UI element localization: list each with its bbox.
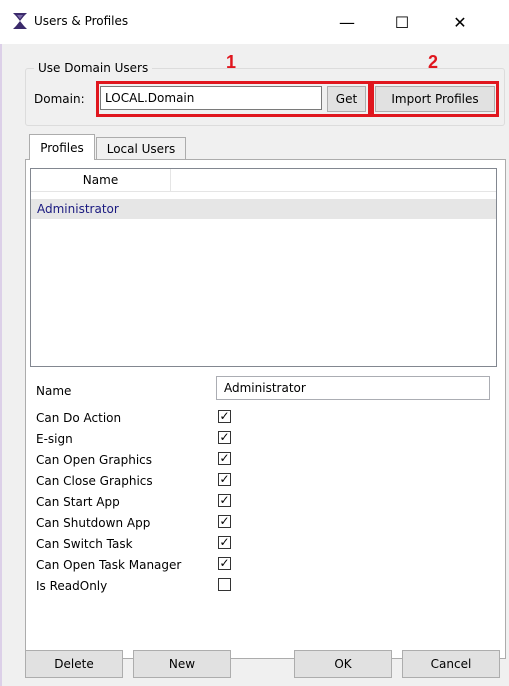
checkbox-can-close-graphics[interactable]: ✓	[218, 473, 231, 486]
new-button[interactable]: New	[133, 650, 231, 678]
highlight-box-2	[371, 81, 499, 117]
permission-label: Can Switch Task	[36, 537, 133, 551]
checkbox-can-open-task-manager[interactable]: ✓	[218, 557, 231, 570]
tab-profiles[interactable]: Profiles	[29, 134, 95, 160]
app-icon	[12, 12, 28, 30]
checkbox-e-sign[interactable]: ✓	[218, 431, 231, 444]
delete-button[interactable]: Delete	[25, 650, 123, 678]
checkbox-can-open-graphics[interactable]: ✓	[218, 452, 231, 465]
checkmark-icon: ✓	[219, 514, 230, 528]
checkbox-can-shutdown-app[interactable]: ✓	[218, 515, 231, 528]
profiles-list[interactable]	[30, 168, 497, 367]
checkmark-icon: ✓	[219, 430, 230, 444]
window-left-edge	[0, 44, 2, 686]
tab-local-users[interactable]: Local Users	[96, 137, 186, 159]
checkbox-can-switch-task[interactable]: ✓	[218, 536, 231, 549]
cancel-button[interactable]: Cancel	[402, 650, 500, 678]
domain-label: Domain:	[34, 92, 85, 106]
checkmark-icon: ✓	[219, 451, 230, 465]
checkmark-icon: ✓	[219, 472, 230, 486]
checkmark-icon: ✓	[219, 409, 230, 423]
annotation-number-2: 2	[428, 52, 439, 72]
permission-label: Can Open Graphics	[36, 453, 153, 467]
highlight-box-1	[96, 81, 371, 117]
name-field[interactable]: Administrator	[216, 376, 490, 400]
column-header-name[interactable]: Name	[31, 169, 171, 191]
checkmark-icon: ✓	[219, 535, 230, 549]
checkmark-icon: ✓	[219, 493, 230, 507]
group-legend: Use Domain Users	[34, 60, 153, 76]
minimize-button[interactable]: —	[324, 0, 370, 44]
window-title: Users & Profiles	[34, 14, 129, 28]
permission-label: Can Shutdown App	[36, 516, 151, 530]
checkbox-can-start-app[interactable]: ✓	[218, 494, 231, 507]
maximize-button[interactable]: ☐	[379, 0, 425, 44]
annotation-number-1: 1	[226, 52, 237, 72]
permission-label: Can Open Task Manager	[36, 558, 182, 572]
permission-label: Can Start App	[36, 495, 120, 509]
permission-label: Can Do Action	[36, 411, 122, 425]
close-button[interactable]: ✕	[437, 0, 483, 44]
name-label: Name	[36, 384, 72, 398]
ok-button[interactable]: OK	[294, 650, 392, 678]
permission-label: Is ReadOnly	[36, 579, 108, 593]
permission-label: E-sign	[36, 432, 73, 446]
checkbox-is-readonly[interactable]	[218, 578, 231, 591]
permission-label: Can Close Graphics	[36, 474, 153, 488]
checkmark-icon: ✓	[219, 556, 230, 570]
checkbox-can-do-action[interactable]: ✓	[218, 410, 231, 423]
list-item[interactable]: Administrator	[31, 199, 496, 219]
